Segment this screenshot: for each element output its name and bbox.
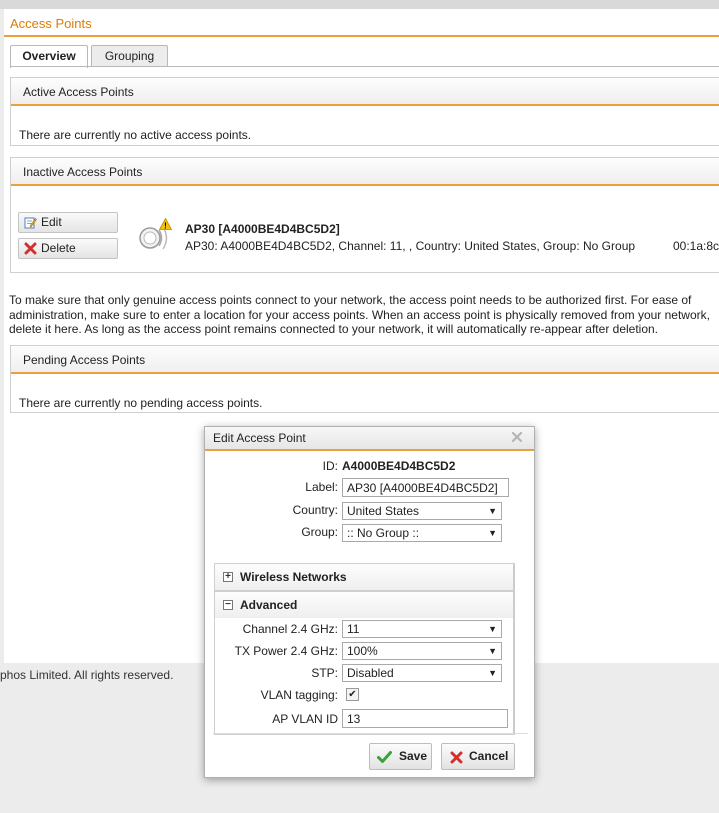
wireless-networks-section: + Wireless Networks <box>214 563 515 591</box>
vlan-tagging-label: VLAN tagging: <box>260 688 338 702</box>
delete-icon <box>24 242 37 255</box>
expand-icon[interactable]: + <box>223 572 233 582</box>
edit-access-point-dialog: Edit Access Point ID: A4000BE4D4BC5D2 La… <box>204 426 535 778</box>
active-access-points-panel: Active Access Points There are currently… <box>10 77 719 146</box>
channel-label: Channel 2.4 GHz: <box>242 622 338 636</box>
dropdown-arrow-icon: ▼ <box>488 668 497 678</box>
ap-mac: 00:1a:8c <box>673 239 719 253</box>
country-value: United States <box>347 504 420 518</box>
panel-title: Pending Access Points <box>11 346 719 374</box>
cancel-label: Cancel <box>469 749 509 763</box>
advanced-title: Advanced <box>240 598 298 612</box>
group-value: :: No Group :: <box>347 526 420 540</box>
edit-button[interactable]: Edit <box>18 212 118 233</box>
edit-icon <box>24 217 37 229</box>
cancel-icon <box>450 751 463 764</box>
wireless-networks-title: Wireless Networks <box>240 570 347 584</box>
edit-label: Edit <box>41 215 62 229</box>
dialog-separator <box>213 733 528 734</box>
stp-select[interactable]: Disabled ▼ <box>342 664 502 682</box>
label-label: Label: <box>305 480 338 494</box>
page-title: Access Points <box>10 16 92 31</box>
pending-empty-text: There are currently no pending access po… <box>19 396 263 410</box>
txpower-select[interactable]: 100% ▼ <box>342 642 502 660</box>
dropdown-arrow-icon: ▼ <box>488 624 497 634</box>
tab-underline <box>10 66 719 67</box>
panel-title: Inactive Access Points <box>11 158 719 186</box>
vlan-tagging-checkbox[interactable]: ✔ <box>346 688 359 701</box>
group-select[interactable]: :: No Group :: ▼ <box>342 524 502 542</box>
ap-name: AP30 [A4000BE4D4BC5D2] <box>185 222 340 236</box>
wireless-networks-header[interactable]: + Wireless Networks <box>215 564 513 590</box>
dropdown-arrow-icon: ▼ <box>488 528 497 538</box>
footer-copyright: phos Limited. All rights reserved. <box>0 668 174 682</box>
stp-label: STP: <box>311 666 338 680</box>
title-divider <box>4 35 719 37</box>
channel-select[interactable]: 11 ▼ <box>342 620 502 638</box>
delete-label: Delete <box>41 241 76 255</box>
ap-vlan-input[interactable] <box>342 709 508 728</box>
txpower-label: TX Power 2.4 GHz: <box>234 644 338 658</box>
id-value: A4000BE4D4BC5D2 <box>342 459 456 473</box>
dialog-title: Edit Access Point <box>205 427 534 451</box>
ap-vlan-label: AP VLAN ID <box>272 712 338 726</box>
warning-icon: ! <box>159 218 172 230</box>
dropdown-arrow-icon: ▼ <box>488 506 497 516</box>
pending-access-points-panel: Pending Access Points There are currentl… <box>10 345 719 413</box>
dropdown-arrow-icon: ▼ <box>488 646 497 656</box>
label-input[interactable] <box>342 478 509 497</box>
save-button[interactable]: Save <box>369 743 432 770</box>
tab-grouping[interactable]: Grouping <box>91 45 168 67</box>
txpower-value: 100% <box>347 644 378 658</box>
delete-button[interactable]: Delete <box>18 238 118 259</box>
svg-text:!: ! <box>164 221 167 230</box>
authorization-info-text: To make sure that only genuine access po… <box>9 293 710 336</box>
checkmark-icon <box>377 751 392 763</box>
tab-overview[interactable]: Overview <box>10 45 88 68</box>
stp-value: Disabled <box>347 666 394 680</box>
checkmark-icon: ✔ <box>348 689 357 700</box>
advanced-header[interactable]: − Advanced <box>215 592 513 618</box>
top-strip <box>0 0 719 9</box>
collapse-icon[interactable]: − <box>223 600 233 610</box>
country-select[interactable]: United States ▼ <box>342 502 502 520</box>
close-icon[interactable] <box>510 430 524 444</box>
id-label: ID: <box>322 459 338 473</box>
group-label: Group: <box>301 525 338 539</box>
ap-detail: AP30: A4000BE4D4BC5D2, Channel: 11, , Co… <box>185 239 636 253</box>
country-label: Country: <box>292 503 338 517</box>
panel-title: Active Access Points <box>11 78 719 106</box>
channel-value: 11 <box>347 622 360 636</box>
cancel-button[interactable]: Cancel <box>441 743 515 770</box>
save-label: Save <box>399 749 428 763</box>
active-empty-text: There are currently no active access poi… <box>19 128 252 142</box>
